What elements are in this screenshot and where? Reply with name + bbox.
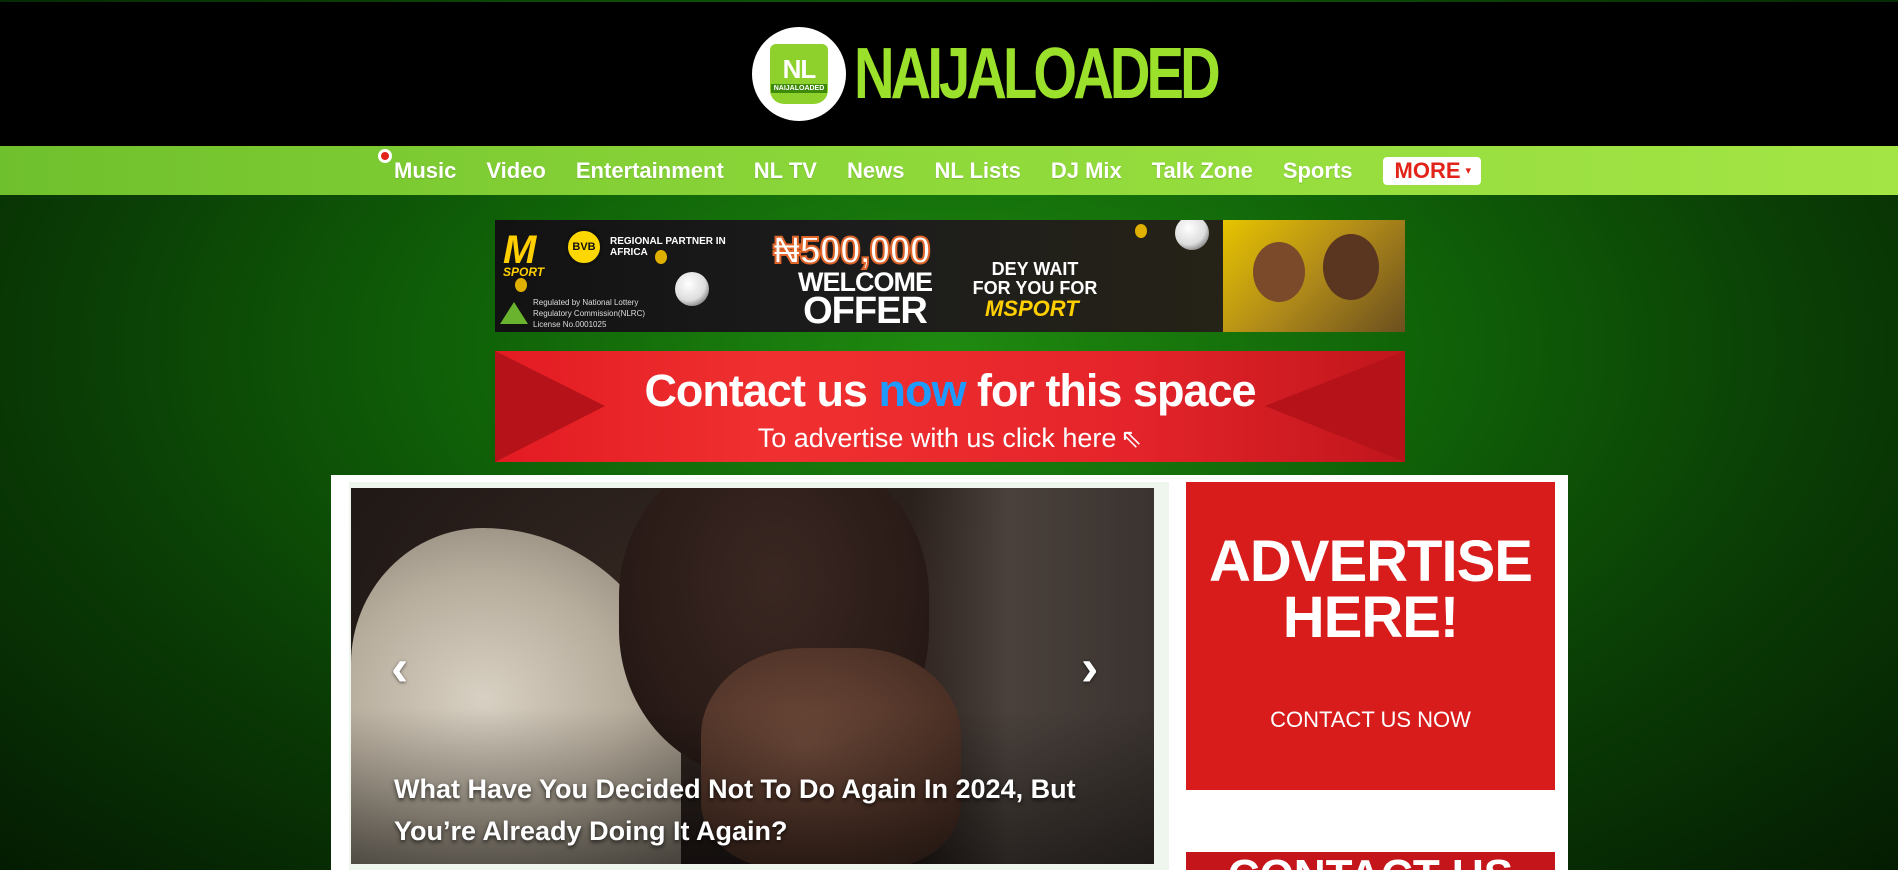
- logo-badge-subtext: NAIJALOADED: [770, 83, 828, 93]
- nav-item-news[interactable]: News: [847, 158, 904, 184]
- nav-item-nl-tv[interactable]: NL TV: [754, 158, 817, 184]
- tagline-text: DEY WAIT FOR YOU FOR: [972, 259, 1098, 298]
- partner-text: REGIONAL PARTNER IN AFRICA: [610, 236, 726, 258]
- regulation-text: Regulated by National Lottery Regulatory…: [533, 298, 646, 329]
- advertise-title: ADVERTISE HERE!: [1186, 529, 1555, 650]
- main-nav: Music Video Entertainment NL TV News NL …: [0, 146, 1898, 195]
- logo-wordmark: NAIJALOADED: [854, 34, 1221, 114]
- caret-down-icon: ▾: [1465, 165, 1472, 177]
- headline-highlight: now: [878, 365, 966, 416]
- person-image: [1323, 234, 1379, 300]
- nav-items: Music Video Entertainment NL TV News NL …: [374, 146, 1482, 195]
- headline-part: Contact us: [644, 365, 879, 416]
- advertise-here-banner[interactable]: ADVERTISE HERE! CONTACT US NOW: [1186, 482, 1555, 790]
- main-content: ‹ › What Have You Decided Not To Do Agai…: [331, 475, 1568, 870]
- chevron-right-icon[interactable]: ›: [1081, 638, 1098, 698]
- contact-us-banner[interactable]: CONTACT US: [1186, 852, 1555, 870]
- contact-ad-headline: Contact us now for this space: [495, 365, 1405, 417]
- msport-logo-sub: SPORT: [503, 265, 545, 279]
- more-menu-button[interactable]: MORE ▾: [1382, 156, 1482, 185]
- football-icon: [1175, 220, 1209, 250]
- welcome-offer: WELCOME OFFER: [785, 269, 945, 332]
- site-header: NL NAIJALOADED NAIJALOADED: [0, 2, 1898, 146]
- person-image: [1253, 242, 1305, 302]
- offer-text: OFFER: [803, 290, 928, 332]
- coin-icon: [515, 278, 527, 292]
- msport-ad-banner[interactable]: M SPORT BVB REGIONAL PARTNER IN AFRICA R…: [495, 220, 1405, 332]
- msport-logo: M SPORT: [503, 228, 544, 279]
- logo-badge-text: NL: [782, 53, 817, 84]
- logo-shield-icon: NL NAIJALOADED: [770, 44, 828, 104]
- nav-item-dj-mix[interactable]: DJ Mix: [1051, 158, 1122, 184]
- nav-item-talk-zone[interactable]: Talk Zone: [1152, 158, 1253, 184]
- nlrc-logo-icon: [500, 302, 528, 324]
- pointer-click-icon: ⇖: [1120, 423, 1143, 453]
- live-dot-icon: [378, 149, 392, 163]
- site-logo[interactable]: NL NAIJALOADED NAIJALOADED: [752, 27, 1319, 121]
- tagline-brand: MSPORT: [985, 296, 1079, 321]
- advertise-title-line1: ADVERTISE: [1209, 529, 1533, 594]
- more-menu-label: MORE: [1394, 157, 1461, 183]
- logo-badge: NL NAIJALOADED: [752, 27, 846, 121]
- coin-icon: [1135, 224, 1147, 238]
- nav-item-sports[interactable]: Sports: [1283, 158, 1353, 184]
- ad-people-image: [1223, 220, 1405, 332]
- contact-ad-subline: To advertise with us click here ⇖: [495, 423, 1405, 454]
- contact-ad-banner[interactable]: Contact us now for this space To adverti…: [495, 351, 1405, 462]
- contact-us-title: CONTACT US: [1186, 854, 1555, 870]
- nav-item-music[interactable]: Music: [394, 158, 456, 184]
- advertise-title-line2: HERE!: [1282, 585, 1459, 650]
- subline-text: To advertise with us click here: [757, 423, 1117, 453]
- nav-item-video[interactable]: Video: [486, 158, 546, 184]
- bvb-badge-icon: BVB: [565, 228, 603, 266]
- chevron-left-icon[interactable]: ‹: [391, 638, 408, 698]
- slide-image[interactable]: ‹ › What Have You Decided Not To Do Agai…: [351, 488, 1154, 864]
- contact-us-now-link[interactable]: CONTACT US NOW: [1186, 707, 1555, 733]
- nav-item-entertainment[interactable]: Entertainment: [576, 158, 724, 184]
- nav-item-nl-lists[interactable]: NL Lists: [934, 158, 1020, 184]
- headline-part: for this space: [965, 365, 1257, 416]
- slide-caption[interactable]: What Have You Decided Not To Do Again In…: [394, 768, 1124, 852]
- featured-slider: ‹ › What Have You Decided Not To Do Agai…: [349, 482, 1169, 870]
- coin-icon: [655, 250, 667, 264]
- football-icon: [675, 272, 709, 306]
